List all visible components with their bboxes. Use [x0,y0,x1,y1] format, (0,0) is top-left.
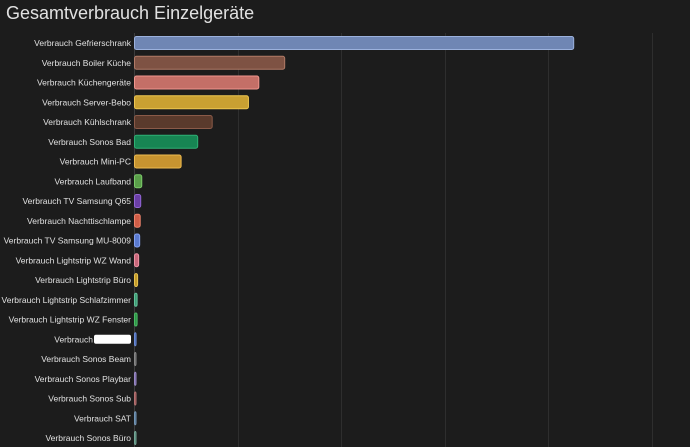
category-label: Verbrauch Sonos Beam [41,354,131,364]
category-label: Verbrauch Nachttischlampe [27,216,131,226]
category-label: Verbrauch Sonos Büro [45,433,131,443]
category-label: Verbrauch TV Samsung MU-8009 [4,236,132,246]
bar[interactable] [134,273,139,287]
bar[interactable] [134,292,138,307]
bars [134,36,575,445]
bar[interactable] [134,312,138,327]
bar[interactable] [134,174,143,189]
bar[interactable] [134,371,137,386]
bar[interactable] [134,36,575,50]
chart-card: Gesamtverbrauch Einzelgeräte Verbrauch G… [0,0,690,447]
bar[interactable] [134,352,137,366]
bar[interactable] [134,95,249,110]
category-label: Verbrauch Lightstrip Büro [35,275,131,285]
category-label: Verbrauch Kühlschrank [43,117,132,127]
category-label: Verbrauch Server-Bebo [42,97,131,107]
bar[interactable] [134,332,137,347]
category-label: Verbrauch Lightstrip WZ Wand [16,255,132,265]
category-label: Verbrauch SAT [74,413,131,423]
bar[interactable] [134,253,140,268]
category-label: Verbrauch Küchengeräte [37,78,131,88]
category-label: Verbrauch Mini-PC [60,157,131,167]
grid-lines [134,33,653,447]
bar[interactable] [134,134,199,149]
category-label: Verbrauch TV Samsung Q65 [22,196,131,206]
bar[interactable] [134,431,137,445]
bar[interactable] [134,55,286,70]
category-label: Verbrauch Sonos Bad [48,137,131,147]
category-label: Verbrauch Laufband [54,176,131,186]
bar[interactable] [134,75,260,90]
bar[interactable] [134,213,141,228]
category-label: Verbrauch Gefrierschrank [34,38,132,48]
category-label: Verbrauch Lightstrip WZ Fenster [9,315,132,325]
category-label: Verbrauch Boiler Küche [42,58,132,68]
category-label: Verbrauch Sonos Playbar [35,374,132,384]
bar[interactable] [134,154,182,169]
category-label: Verbrauch Lightstrip Schlafzimmer [2,295,132,305]
redaction-mark [94,334,131,344]
bar[interactable] [134,411,137,426]
bar[interactable] [134,115,213,129]
bar[interactable] [134,233,141,248]
category-label: Verbrauch Sonos Sub [48,394,131,404]
category-label: Verbrauch [54,334,93,344]
bar-chart: Verbrauch Gefrierschrank Verbrauch Boiler… [2,33,653,447]
bar[interactable] [134,194,142,208]
category-labels: Verbrauch Gefrierschrank Verbrauch Boiler… [2,38,132,443]
bar[interactable] [134,391,137,406]
